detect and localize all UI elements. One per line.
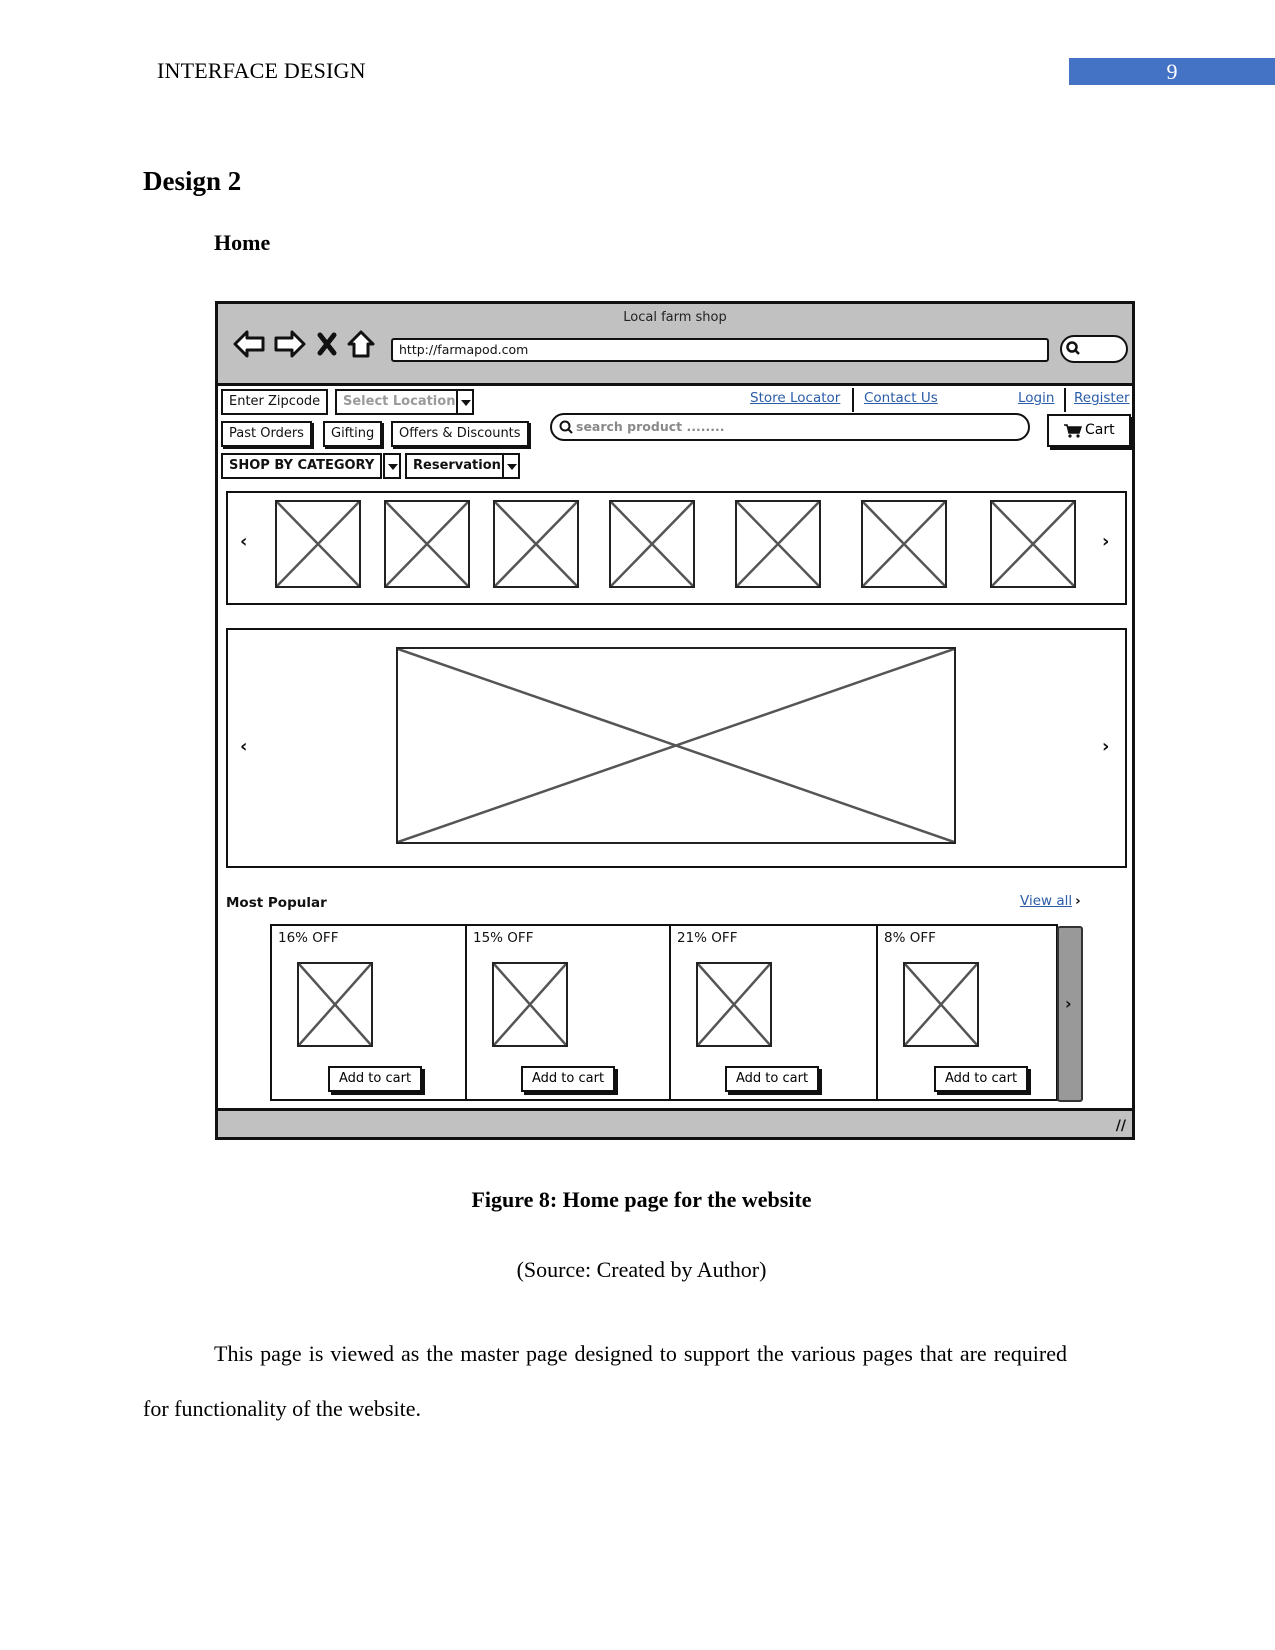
select-location-dropdown[interactable]: Select Location [335, 389, 464, 415]
home-icon[interactable] [346, 329, 376, 359]
hero-image-placeholder [396, 647, 956, 844]
chevron-down-icon[interactable] [456, 389, 474, 415]
search-placeholder: search product ........ [576, 419, 725, 434]
product-image-placeholder[interactable] [903, 962, 979, 1047]
most-popular-title: Most Popular [226, 895, 327, 911]
discount-badge: 16% OFF [278, 930, 339, 946]
past-orders-button[interactable]: Past Orders [221, 421, 312, 447]
chevron-down-icon[interactable] [502, 453, 520, 479]
hero-carousel: ‹ › [226, 628, 1127, 868]
search-icon [559, 420, 573, 434]
products-next-button[interactable]: › [1057, 926, 1083, 1102]
cart-icon [1064, 424, 1082, 438]
category-carousel: ‹ › [226, 491, 1127, 605]
view-all-link[interactable]: View all › [1020, 893, 1081, 909]
hero-prev-button[interactable]: ‹ [240, 736, 247, 757]
figure-caption: Figure 8: Home page for the website [471, 1187, 812, 1212]
resize-grip-icon[interactable]: // [1116, 1118, 1126, 1134]
chevron-right-icon: › [1075, 893, 1081, 909]
product-card: 21% OFF Add to cart [669, 924, 878, 1101]
category-image-placeholder[interactable] [493, 500, 579, 588]
category-image-placeholder[interactable] [861, 500, 947, 588]
product-image-placeholder[interactable] [492, 962, 568, 1047]
divider [1064, 388, 1066, 412]
discount-badge: 15% OFF [473, 930, 534, 946]
back-arrow-icon[interactable] [232, 329, 266, 359]
status-bar: // [218, 1108, 1132, 1137]
category-image-placeholder[interactable] [735, 500, 821, 588]
offers-discounts-button[interactable]: Offers & Discounts [391, 421, 529, 447]
carousel-next-button[interactable]: › [1102, 531, 1109, 552]
login-link[interactable]: Login [1018, 390, 1054, 406]
stop-icon[interactable] [315, 329, 339, 359]
store-locator-link[interactable]: Store Locator [750, 390, 840, 406]
search-icon [1066, 341, 1080, 355]
category-image-placeholder[interactable] [275, 500, 361, 588]
discount-badge: 8% OFF [884, 930, 936, 946]
divider [852, 388, 854, 412]
product-card: 15% OFF Add to cart [465, 924, 671, 1101]
enter-zipcode-button[interactable]: Enter Zipcode [221, 389, 329, 415]
category-image-placeholder[interactable] [990, 500, 1076, 588]
body-paragraph: This page is viewed as the master page d… [143, 1341, 1067, 1421]
cart-label: Cart [1085, 422, 1115, 438]
carousel-prev-button[interactable]: ‹ [240, 531, 247, 552]
category-image-placeholder[interactable] [609, 500, 695, 588]
chevron-down-icon[interactable] [383, 453, 401, 479]
product-image-placeholder[interactable] [696, 962, 772, 1047]
forward-arrow-icon[interactable] [273, 329, 307, 359]
url-input[interactable]: http://farmapod.com [391, 338, 1049, 362]
window-title: Local farm shop [623, 310, 727, 325]
reservation-dropdown[interactable]: Reservation [405, 453, 509, 479]
browser-search-button[interactable] [1060, 335, 1128, 363]
discount-badge: 21% OFF [677, 930, 738, 946]
view-all-label: View all [1020, 893, 1073, 909]
product-search-input[interactable]: search product ........ [550, 413, 1030, 441]
cart-button[interactable]: Cart [1047, 414, 1131, 447]
browser-chrome: Local farm shop http://farmapod.com [218, 304, 1132, 386]
product-image-placeholder[interactable] [297, 962, 373, 1047]
contact-us-link[interactable]: Contact Us [864, 390, 938, 406]
hero-next-button[interactable]: › [1102, 736, 1109, 757]
running-head: INTERFACE DESIGN [157, 58, 366, 83]
add-to-cart-button[interactable]: Add to cart [725, 1066, 820, 1092]
page-number: 9 [1069, 58, 1275, 85]
chevron-right-icon: › [1065, 994, 1072, 1013]
figure-source: (Source: Created by Author) [516, 1257, 767, 1282]
gifting-button[interactable]: Gifting [323, 421, 383, 447]
register-link[interactable]: Register [1074, 390, 1130, 406]
add-to-cart-button[interactable]: Add to cart [521, 1066, 616, 1092]
wireframe-figure: Local farm shop http://farmapod.com Ente… [215, 301, 1135, 1140]
add-to-cart-button[interactable]: Add to cart [934, 1066, 1029, 1092]
section-heading: Design 2 [143, 166, 242, 196]
product-card: 8% OFF Add to cart [876, 924, 1058, 1101]
shop-by-category-dropdown[interactable]: SHOP BY CATEGORY [221, 453, 383, 479]
product-card: 16% OFF Add to cart [270, 924, 467, 1101]
subsection-heading: Home [214, 230, 271, 255]
add-to-cart-button[interactable]: Add to cart [328, 1066, 423, 1092]
category-image-placeholder[interactable] [384, 500, 470, 588]
